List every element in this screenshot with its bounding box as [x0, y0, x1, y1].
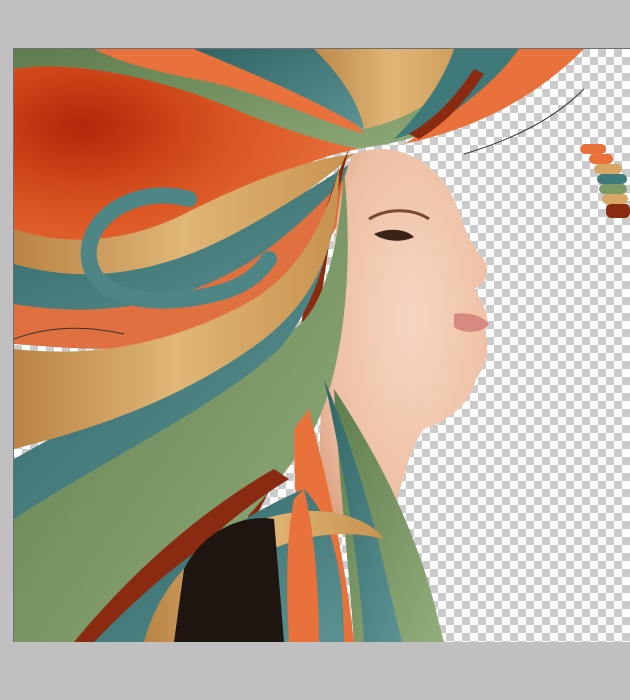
- artwork: [14, 49, 630, 642]
- document-canvas[interactable]: [13, 48, 630, 643]
- canvas-bottom-area: [0, 642, 630, 700]
- color-swatches: [580, 144, 630, 218]
